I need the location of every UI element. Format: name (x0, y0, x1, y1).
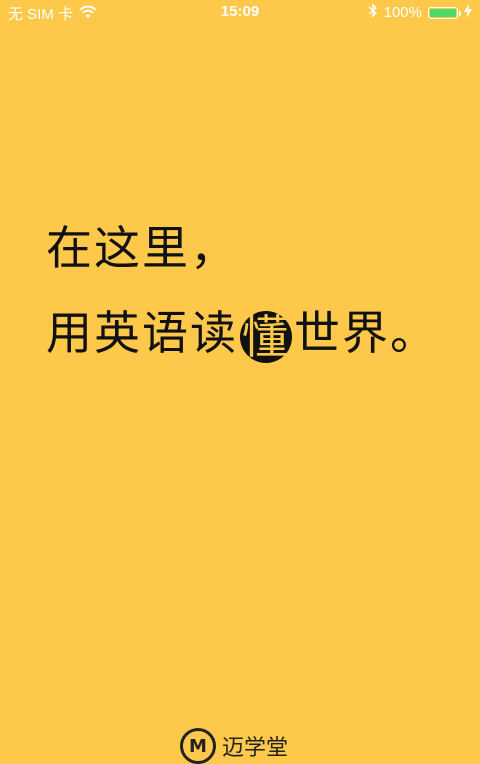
bluetooth-icon (368, 3, 378, 22)
status-bar: 无 SIM 卡 15:09 100% (0, 0, 480, 24)
battery-percent: 100% (383, 4, 422, 21)
battery-fill (430, 8, 456, 17)
charging-icon (464, 3, 472, 22)
slogan-line-2-end: 世界。 (294, 306, 438, 360)
slogan-line-1: 在这里， (46, 221, 238, 275)
slogan-line-2-start: 用英语读 (46, 306, 238, 360)
status-right: 100% (368, 3, 472, 22)
slogan-line-2: 用英语读懂世界。 (46, 297, 466, 363)
battery-icon (428, 6, 461, 19)
brand-name: 迈学堂 (222, 736, 289, 761)
brand-footer: M 迈学堂 (180, 728, 288, 764)
brand-logo-icon: M (180, 728, 216, 764)
slogan-highlight-char: 懂 (240, 310, 292, 364)
